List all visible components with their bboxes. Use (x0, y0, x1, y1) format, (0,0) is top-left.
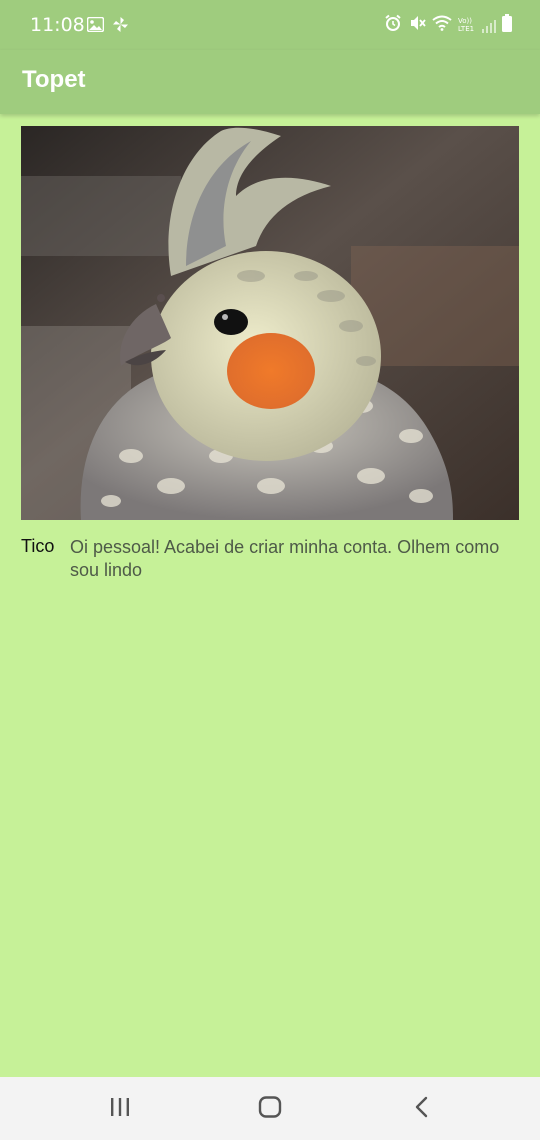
back-button[interactable] (382, 1077, 462, 1140)
recent-apps-button[interactable] (80, 1077, 160, 1140)
wifi-icon (432, 15, 452, 35)
alarm-icon (384, 14, 402, 36)
pinwheel-icon (112, 16, 129, 37)
battery-icon (502, 14, 512, 36)
cockatiel-photo (21, 126, 519, 520)
post-image[interactable] (21, 126, 519, 520)
post-author: Tico (21, 536, 55, 556)
app-toolbar: Topet (0, 50, 540, 114)
mute-icon (408, 14, 426, 36)
status-right-icons: Vo)) LTE1 (384, 14, 512, 36)
recent-apps-icon (109, 1097, 131, 1121)
status-bar: 11:08 Vo)) LTE1 (0, 0, 540, 50)
home-icon (258, 1095, 282, 1122)
navigation-bar (0, 1077, 540, 1140)
volte-label: Vo)) LTE1 (458, 17, 475, 33)
app-title: Topet (22, 66, 86, 93)
status-time: 11:08 (30, 14, 85, 36)
home-button[interactable] (230, 1077, 310, 1140)
image-icon (86, 16, 105, 36)
status-left-icons (86, 16, 129, 37)
post-text: Oi pessoal! Acabei de criar minha conta.… (70, 537, 500, 580)
back-icon (414, 1096, 430, 1122)
app-screen: 11:08 Vo)) LTE1 Topet Tico Oi pessoal! A… (0, 0, 540, 1140)
volte-signal-icon: Vo)) LTE1 (458, 17, 496, 33)
